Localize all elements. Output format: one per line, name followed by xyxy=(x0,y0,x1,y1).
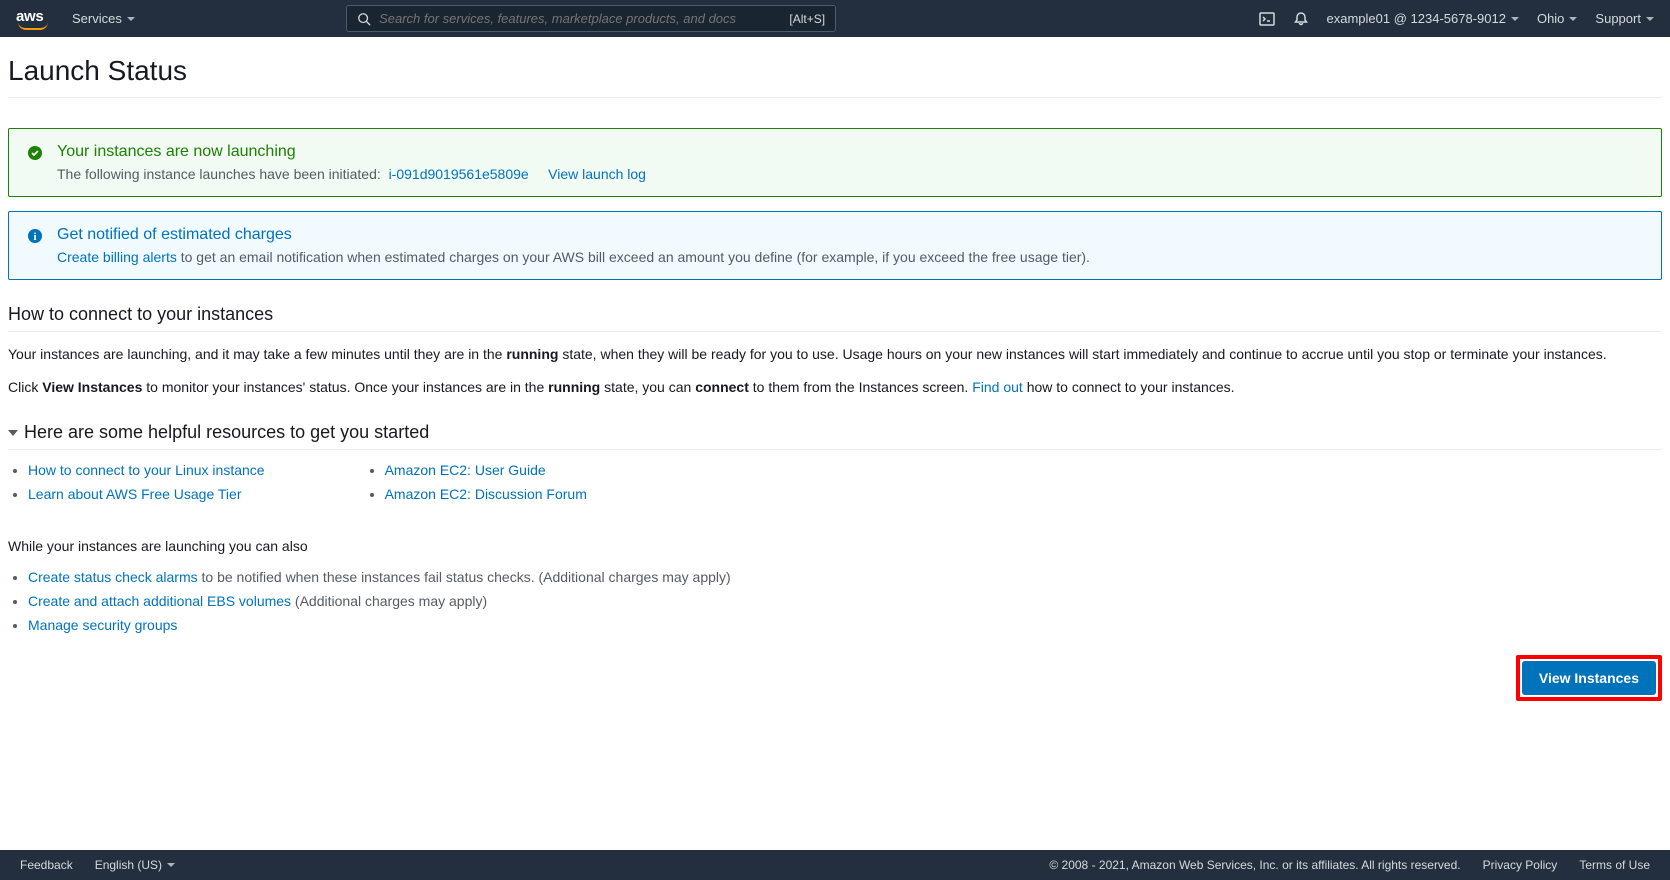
caret-down-icon xyxy=(127,17,135,21)
instance-id-link[interactable]: i-091d9019561e5809e xyxy=(389,166,529,182)
ebs-volumes-link[interactable]: Create and attach additional EBS volumes xyxy=(28,593,291,609)
language-label: English (US) xyxy=(95,858,162,872)
check-circle-icon xyxy=(27,145,43,161)
cloudshell-icon[interactable] xyxy=(1259,11,1275,27)
account-label: example01 @ 1234-5678-9012 xyxy=(1327,11,1506,26)
create-billing-alerts-link[interactable]: Create billing alerts xyxy=(57,249,177,265)
connect-paragraph-1: Your instances are launching, and it may… xyxy=(8,344,1662,365)
services-label: Services xyxy=(72,11,122,26)
bell-icon[interactable] xyxy=(1293,11,1309,27)
svg-text:i: i xyxy=(33,231,36,243)
connect-paragraph-2: Click View Instances to monitor your ins… xyxy=(8,377,1662,398)
account-menu[interactable]: example01 @ 1234-5678-9012 xyxy=(1327,11,1519,26)
resources-columns: How to connect to your Linux instance Le… xyxy=(8,462,1662,510)
list-item: Learn about AWS Free Usage Tier xyxy=(28,486,265,502)
connect-linux-link[interactable]: How to connect to your Linux instance xyxy=(28,462,265,478)
while-list: Create status check alarms to be notifie… xyxy=(8,569,1662,633)
services-menu[interactable]: Services xyxy=(72,11,135,26)
billing-info-alert: i Get notified of estimated charges Crea… xyxy=(8,211,1662,280)
caret-down-icon xyxy=(8,430,18,436)
success-body-text: The following instance launches have bee… xyxy=(57,166,381,182)
while-intro: While your instances are launching you c… xyxy=(8,536,1662,557)
resources-heading-text: Here are some helpful resources to get y… xyxy=(24,422,429,443)
list-item: How to connect to your Linux instance xyxy=(28,462,265,478)
top-nav-bar: aws Services [Alt+S] example01 @ 1234-56… xyxy=(0,0,1670,37)
support-label: Support xyxy=(1595,11,1641,26)
global-search[interactable]: [Alt+S] xyxy=(346,5,836,32)
actions-row: View Instances xyxy=(8,655,1662,701)
resources-heading[interactable]: Here are some helpful resources to get y… xyxy=(8,422,1662,450)
find-out-link[interactable]: Find out xyxy=(972,379,1023,395)
view-launch-log-link[interactable]: View launch log xyxy=(548,166,646,182)
highlight-annotation: View Instances xyxy=(1516,655,1662,701)
footer-bar: Feedback English (US) © 2008 - 2021, Ama… xyxy=(0,850,1670,880)
feedback-link[interactable]: Feedback xyxy=(20,858,73,872)
launch-success-alert: Your instances are now launching The fol… xyxy=(8,128,1662,197)
main-content: Launch Status Your instances are now lau… xyxy=(0,37,1670,709)
language-selector[interactable]: English (US) xyxy=(95,858,175,872)
list-item: Create status check alarms to be notifie… xyxy=(28,569,1662,585)
notify-title: Get notified of estimated charges xyxy=(57,226,1090,244)
list-item: Amazon EC2: User Guide xyxy=(385,462,587,478)
info-circle-icon: i xyxy=(27,228,43,244)
discussion-forum-link[interactable]: Amazon EC2: Discussion Forum xyxy=(385,486,587,502)
view-instances-button[interactable]: View Instances xyxy=(1522,661,1656,695)
terms-link[interactable]: Terms of Use xyxy=(1579,858,1650,872)
list-item: Amazon EC2: Discussion Forum xyxy=(385,486,587,502)
caret-down-icon xyxy=(1569,17,1577,21)
free-tier-link[interactable]: Learn about AWS Free Usage Tier xyxy=(28,486,241,502)
region-label: Ohio xyxy=(1537,11,1564,26)
success-title: Your instances are now launching xyxy=(57,143,646,161)
list-item: Create and attach additional EBS volumes… xyxy=(28,593,1662,609)
region-menu[interactable]: Ohio xyxy=(1537,11,1577,26)
search-icon xyxy=(357,12,371,26)
status-alarms-link[interactable]: Create status check alarms xyxy=(28,569,198,585)
user-guide-link[interactable]: Amazon EC2: User Guide xyxy=(385,462,546,478)
caret-down-icon xyxy=(1511,17,1519,21)
copyright-text: © 2008 - 2021, Amazon Web Services, Inc.… xyxy=(1049,858,1460,872)
aws-logo[interactable]: aws xyxy=(16,8,48,30)
list-item: Manage security groups xyxy=(28,617,1662,633)
search-input[interactable] xyxy=(379,11,789,26)
connect-heading: How to connect to your instances xyxy=(8,304,1662,332)
resources-col-2: Amazon EC2: User Guide Amazon EC2: Discu… xyxy=(365,462,587,510)
search-shortcut: [Alt+S] xyxy=(789,12,825,26)
support-menu[interactable]: Support xyxy=(1595,11,1654,26)
security-groups-link[interactable]: Manage security groups xyxy=(28,617,177,633)
notify-body-text: to get an email notification when estima… xyxy=(181,249,1090,265)
aws-logo-text: aws xyxy=(16,8,48,25)
resources-col-1: How to connect to your Linux instance Le… xyxy=(8,462,265,510)
caret-down-icon xyxy=(167,863,175,867)
page-title: Launch Status xyxy=(8,45,1662,98)
caret-down-icon xyxy=(1646,17,1654,21)
privacy-link[interactable]: Privacy Policy xyxy=(1483,858,1558,872)
